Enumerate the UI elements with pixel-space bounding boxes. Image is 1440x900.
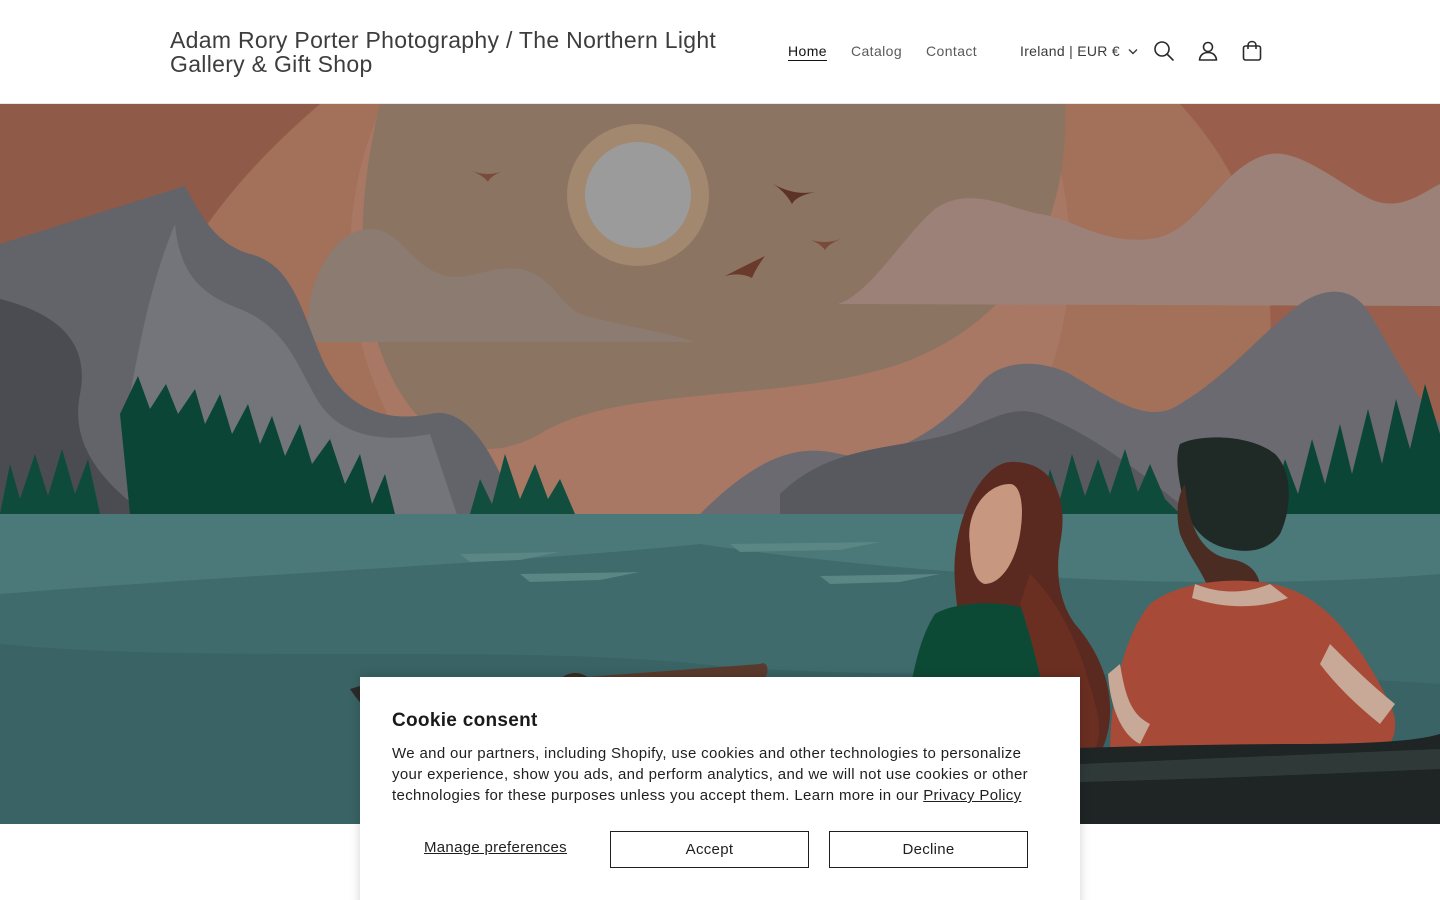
- decline-button[interactable]: Decline: [829, 831, 1028, 868]
- cookie-consent-banner: Cookie consent We and our partners, incl…: [360, 677, 1080, 900]
- account-icon[interactable]: [1195, 38, 1221, 64]
- accept-button[interactable]: Accept: [610, 831, 809, 868]
- country-currency-selector[interactable]: Ireland | EUR €: [1020, 40, 1138, 62]
- cart-icon[interactable]: [1239, 38, 1265, 64]
- search-icon[interactable]: [1151, 38, 1177, 64]
- cookie-actions: Manage preferences Accept Decline: [392, 831, 1048, 868]
- nav-item-contact[interactable]: Contact: [914, 40, 989, 62]
- nav-item-home[interactable]: Home: [776, 40, 839, 62]
- cookie-consent-text: We and our partners, including Shopify, …: [392, 743, 1052, 806]
- cookie-consent-title: Cookie consent: [392, 710, 538, 731]
- nav-item-catalog[interactable]: Catalog: [839, 40, 914, 62]
- locale-label: Ireland | EUR €: [1020, 43, 1120, 59]
- site-title-link[interactable]: Adam Rory Porter Photography / The North…: [170, 28, 750, 76]
- chevron-down-icon: [1128, 48, 1138, 54]
- main-nav: Home Catalog Contact: [776, 40, 989, 62]
- manage-preferences-button[interactable]: Manage preferences: [424, 839, 567, 856]
- privacy-policy-link[interactable]: Privacy Policy: [923, 787, 1021, 804]
- site-header: Adam Rory Porter Photography / The North…: [0, 0, 1440, 104]
